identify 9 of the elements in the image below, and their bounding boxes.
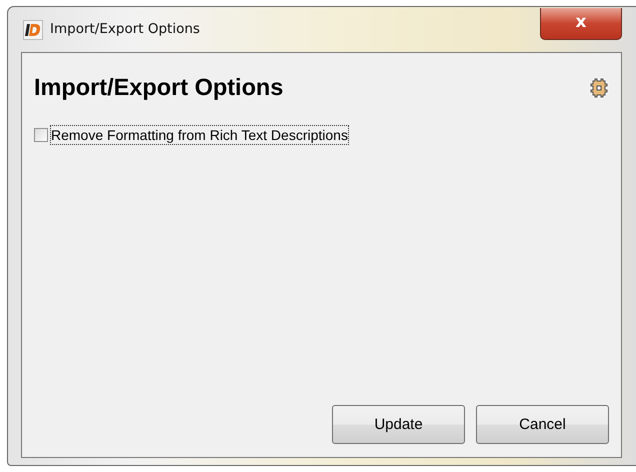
close-button[interactable]: x [540,8,622,40]
checkbox-label[interactable]: Remove Formatting from Rich Text Descriptions [50,125,349,145]
dialog-heading: Import/Export Options [34,74,284,101]
app-logo-icon [23,20,43,40]
checkbox[interactable] [34,128,48,142]
window-title: Import/Export Options [50,21,200,37]
dialog-button[interactable]: Update [332,405,465,444]
gear-icon[interactable] [589,76,609,98]
dialog-button[interactable]: Cancel [476,405,609,444]
